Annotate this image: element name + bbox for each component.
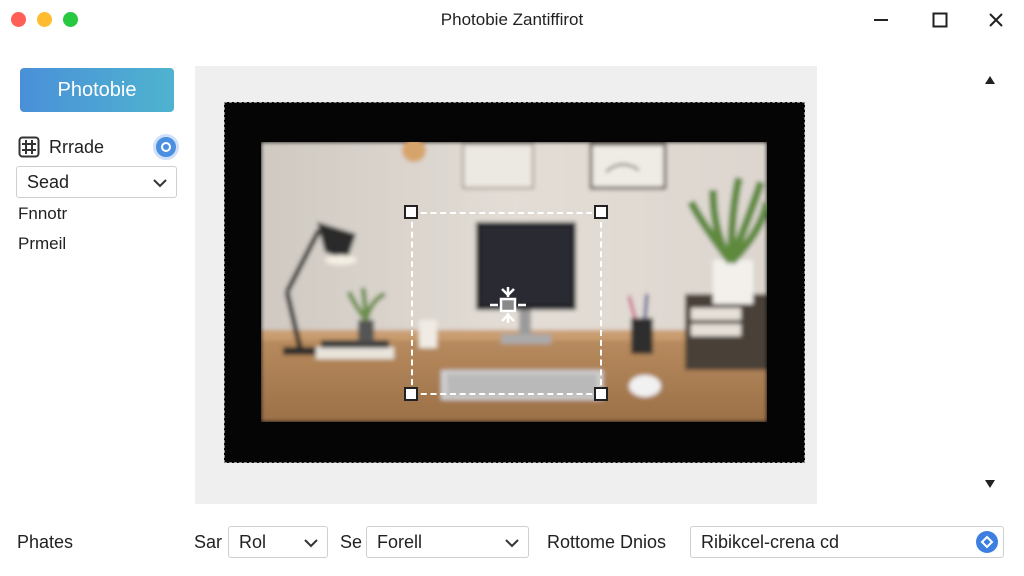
sidebar-item-1[interactable]: Fnnotr [18,204,67,224]
grid-icon [18,136,40,158]
sidebar-select-value: Sead [27,171,70,192]
crop-handle-top-left[interactable] [404,205,418,219]
photobie-button[interactable]: Photobie [20,68,174,112]
triangle-down-icon[interactable] [983,478,997,490]
bottom-left-label: Phates [17,532,74,552]
chevron-down-icon [153,179,167,188]
chevron-down-icon [304,539,318,548]
close-icon [989,13,1003,27]
maximize-icon [932,12,948,28]
se-select[interactable]: Forell [366,526,529,558]
sidebar-item-label: Fnnotr [18,204,68,223]
sidebar-item-2[interactable]: Prmeil [18,234,66,254]
minimize-button[interactable] [866,6,896,34]
se-label: Se [340,532,363,552]
chevron-down-icon [505,539,519,548]
crop-handle-bottom-left[interactable] [404,387,418,401]
maximize-button[interactable] [925,6,955,34]
tool-toggle-button[interactable] [153,134,179,160]
sidebar-select[interactable]: Sead [16,166,177,198]
circle-icon [161,142,171,152]
sidebar-item-label: Prmeil [18,234,67,253]
tool-row[interactable]: Rrrade [18,136,104,158]
sar-select-value: Rol [239,531,267,552]
chevron-up-down-icon[interactable] [976,531,998,553]
crop-handle-top-right[interactable] [594,205,608,219]
sar-label: Sar [194,532,223,552]
title-bar: Photobie Zantiffirot [0,0,1024,40]
move-icon[interactable] [488,285,528,325]
close-button[interactable] [981,6,1011,34]
se-select-value: Forell [377,531,423,552]
triangle-up-icon[interactable] [983,74,997,86]
preset-combo[interactable]: Ribikcel-crena cd [690,526,1004,558]
crop-handle-bottom-right[interactable] [594,387,608,401]
sar-select[interactable]: Rol [228,526,328,558]
rotate-label: Rottome Dnios [547,532,667,552]
preset-combo-value: Ribikcel-crena cd [701,531,840,552]
minimize-icon [874,19,888,21]
tool-label: Rrrade [49,136,105,157]
